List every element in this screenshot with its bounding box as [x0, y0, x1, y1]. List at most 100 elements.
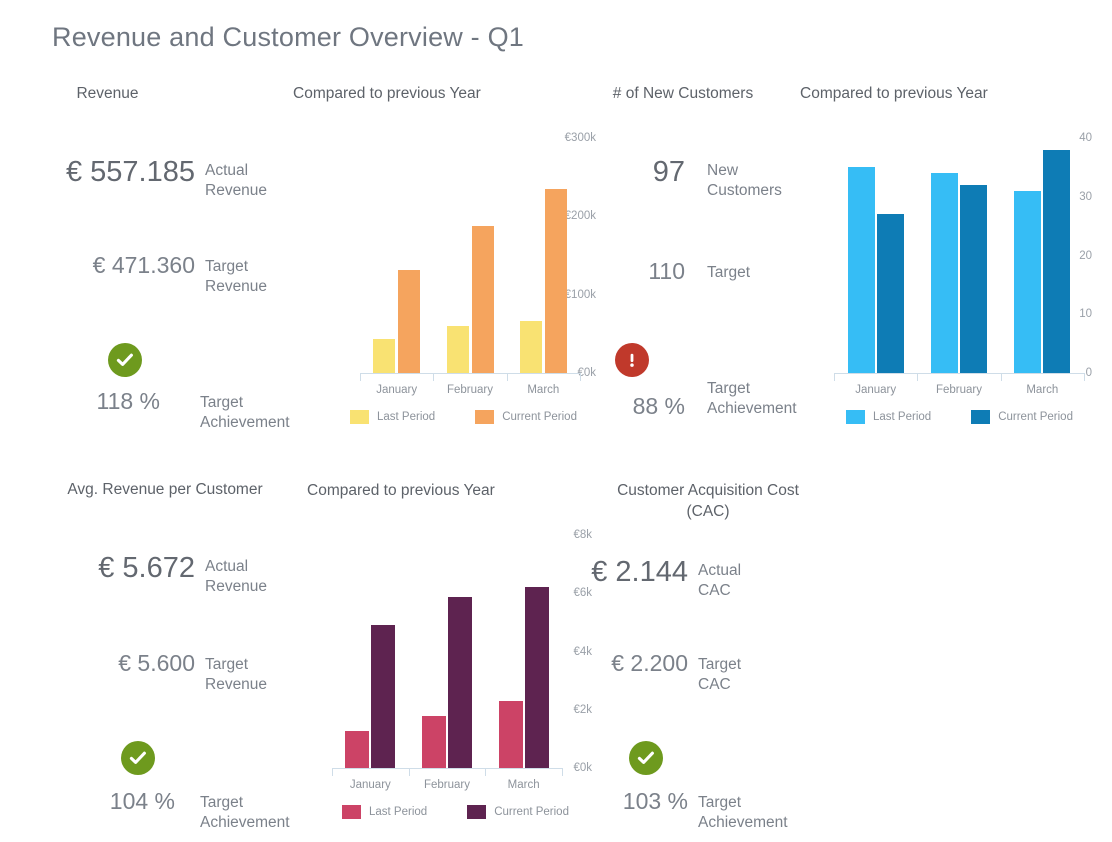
x-axis-category-label: February: [446, 384, 493, 396]
chart-arpc-comparison: €0k €2k €4k €6k €8k January February March Last …: [292, 529, 592, 830]
bar-last-period[interactable]: [931, 173, 958, 373]
kpi-customers-target-value: 110: [648, 258, 685, 284]
legend-label: Current Period: [494, 806, 569, 818]
bar-last-period[interactable]: [422, 715, 446, 768]
kpi-cac-achievement-value: 103 %: [622, 788, 688, 814]
kpi-customers-actual-label: New Customers: [707, 162, 782, 199]
x-axis-tick: [1000, 373, 1002, 381]
bar-last-period[interactable]: [1014, 190, 1042, 373]
kpi-arpc-actual-label: Actual Revenue: [205, 558, 268, 595]
bar-last-period[interactable]: [373, 339, 396, 373]
check-icon-revenue: [108, 343, 142, 377]
x-axis-tick: [433, 373, 435, 381]
chart-legend: Last Period Current Period: [342, 805, 569, 819]
x-axis-tick: [332, 768, 333, 776]
legend-item[interactable]: Current Period: [467, 805, 569, 819]
x-axis-line: [834, 373, 1084, 374]
bar-last-period[interactable]: [847, 167, 875, 373]
chart-legend: Last Period Current Period: [350, 410, 577, 424]
legend-item[interactable]: Last Period: [350, 410, 435, 424]
x-axis-category-label: February: [423, 779, 470, 791]
kpi-arpc-actual-value: € 5.672: [98, 552, 195, 584]
x-axis-category-label: February: [935, 384, 982, 396]
bar-current-period[interactable]: [371, 625, 396, 768]
y-axis-tick-label: 30: [1079, 190, 1092, 203]
legend-label: Current Period: [998, 411, 1073, 423]
check-icon-arpc: [121, 741, 155, 775]
kpi-arpc-achievement-value: 104 %: [109, 788, 175, 814]
check-icon-cac: [629, 741, 663, 775]
bar-last-period[interactable]: [345, 731, 370, 768]
chart-legend: Last Period Current Period: [846, 410, 1073, 424]
kpi-revenue-target-label: Target Revenue: [205, 258, 268, 295]
y-axis-tick-label: €8k: [573, 529, 592, 541]
kpi-arpc-target-label: Target Revenue: [205, 656, 268, 693]
legend-item[interactable]: Last Period: [846, 410, 931, 424]
x-axis-tick: [834, 373, 835, 381]
legend-label: Last Period: [873, 411, 932, 423]
bar-current-period[interactable]: [398, 269, 421, 373]
legend-swatch: [350, 410, 369, 424]
x-axis-line: [360, 373, 580, 374]
panel-title-revenue: Revenue: [76, 85, 139, 102]
x-axis-category-label: January: [855, 384, 897, 396]
bar-current-period[interactable]: [960, 185, 987, 373]
bar-current-period[interactable]: [524, 587, 549, 768]
y-axis-tick-label: €2k: [573, 703, 592, 716]
kpi-customers-target-label: Target: [707, 264, 751, 281]
kpi-cac-achievement-label: Target Achievement: [698, 794, 788, 831]
legend-swatch: [475, 410, 495, 424]
kpi-cac-actual-label: Actual CAC: [698, 562, 742, 599]
x-axis-tick: [485, 768, 487, 776]
y-axis-tick-label: 40: [1079, 132, 1092, 144]
x-axis-line: [332, 768, 562, 769]
legend-swatch: [467, 805, 487, 819]
y-axis-tick-label: 20: [1079, 249, 1092, 262]
panel-title-arpc: Avg. Revenue per Customer: [67, 481, 263, 498]
x-axis-tick: [506, 373, 508, 381]
page-title: Revenue and Customer Overview - Q1: [52, 22, 524, 52]
legend-swatch: [846, 410, 865, 424]
panel-title-cac: Customer Acquisition Cost (CAC): [617, 482, 799, 520]
kpi-revenue-actual-value: € 557.185: [65, 156, 195, 188]
bar-current-period[interactable]: [1043, 149, 1071, 373]
x-axis-tick: [917, 373, 919, 381]
legend-label: Last Period: [369, 806, 428, 818]
x-axis-tick: [360, 373, 361, 381]
panel-title-customers-chart: Compared to previous Year: [800, 85, 988, 102]
bar-last-period[interactable]: [519, 320, 542, 373]
legend-swatch: [971, 410, 991, 424]
kpi-cac-target-value: € 2.200: [611, 650, 688, 676]
kpi-arpc-achievement-label: Target Achievement: [200, 794, 290, 831]
legend-label: Last Period: [377, 411, 436, 423]
bar-last-period[interactable]: [498, 701, 523, 768]
bar-current-period[interactable]: [471, 225, 494, 373]
kpi-customers-achievement-label: Target Achievement: [707, 380, 797, 417]
panel-title-customers: # of New Customers: [612, 85, 754, 102]
x-axis-tick: [408, 768, 410, 776]
legend-item[interactable]: Last Period: [342, 805, 427, 819]
bar-current-period[interactable]: [448, 597, 472, 768]
x-axis-tick: [1084, 373, 1085, 381]
kpi-revenue-actual-label: Actual Revenue: [205, 162, 268, 199]
y-axis-tick-label: 10: [1079, 308, 1092, 321]
kpi-arpc-target-value: € 5.600: [118, 650, 195, 676]
panel-title-arpc-chart: Compared to previous Year: [307, 482, 495, 499]
x-axis-category-label: March: [507, 779, 540, 791]
kpi-customers-actual-value: 97: [652, 156, 685, 188]
kpi-customers-achievement-value: 88 %: [632, 393, 685, 419]
bar-last-period[interactable]: [446, 326, 469, 373]
bar-current-period[interactable]: [876, 214, 904, 373]
x-axis-category-label: January: [376, 384, 418, 396]
kpi-revenue-achievement-value: 118 %: [96, 388, 160, 414]
kpi-cac-target-label: Target CAC: [698, 656, 742, 693]
alert-icon-customers: [615, 343, 649, 377]
y-axis-tick-label: €300k: [564, 132, 596, 144]
chart-customers-comparison: 0 10 20 30 40 January February March Last Period…: [802, 132, 1092, 438]
x-axis-tick: [580, 373, 581, 381]
x-axis-category-label: January: [349, 779, 391, 791]
legend-item[interactable]: Current Period: [971, 410, 1073, 424]
dashboard-root: Revenue and Customer Overview - Q1 Reven…: [0, 0, 1112, 842]
kpi-revenue-achievement-label: Target Achievement: [200, 394, 290, 431]
panel-title-revenue-chart: Compared to previous Year: [293, 85, 481, 102]
